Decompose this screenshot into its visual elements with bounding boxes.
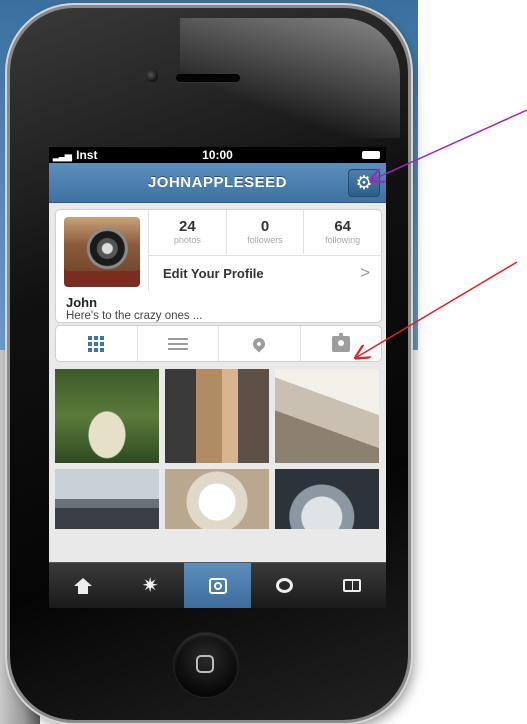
settings-button[interactable]: ⚙ (348, 169, 380, 197)
camera-icon (208, 577, 227, 594)
profile-name: John (66, 295, 98, 310)
profile-card-icon (343, 579, 362, 592)
edit-profile-button[interactable]: Edit Your Profile > (148, 255, 382, 291)
navigation-bar: JOHNAPPLESEED ⚙ (49, 163, 386, 203)
stat-label: following (325, 235, 361, 245)
news-bubble-icon (276, 578, 294, 593)
gear-icon: ⚙ (355, 172, 373, 194)
stat-value: 0 (260, 218, 270, 235)
tagged-photos-icon (331, 332, 350, 352)
home-button[interactable] (174, 633, 238, 697)
profile-card: 24 photos 0 followers 64 following Edit … (55, 209, 382, 323)
profile-stats: 24 photos 0 followers 64 following (148, 210, 381, 254)
page-title: JOHNAPPLESEED (147, 174, 288, 191)
home-square-icon (196, 655, 214, 673)
phone-frame: ▂▃▅ Inst 10:00 JOHNAPPLESEED ⚙ 24 photos… (10, 8, 408, 720)
earpiece-speaker (176, 74, 240, 82)
battery-icon (362, 151, 380, 159)
home-icon (73, 577, 92, 594)
avatar[interactable] (64, 217, 140, 287)
app-screen: ▂▃▅ Inst 10:00 JOHNAPPLESEED ⚙ 24 photos… (49, 147, 386, 608)
photo-thumbnail[interactable] (165, 369, 269, 463)
front-camera (146, 70, 158, 82)
stat-value: 64 (334, 218, 352, 235)
profile-bio: Here's to the crazy ones ... (66, 310, 203, 322)
photo-thumbnail[interactable] (275, 369, 379, 463)
stat-photos[interactable]: 24 photos (148, 210, 226, 254)
stat-value: 24 (178, 218, 196, 235)
stat-label: photos (173, 235, 201, 245)
tab-home[interactable] (49, 563, 116, 608)
chevron-right-icon: > (360, 263, 370, 282)
tab-camera[interactable] (183, 563, 252, 608)
tab-tagged-photos[interactable] (299, 326, 382, 361)
list-icon (167, 335, 188, 353)
photo-grid (55, 369, 380, 529)
stat-label: followers (247, 235, 283, 245)
photo-thumbnail[interactable] (165, 469, 269, 529)
tab-map-view[interactable] (218, 326, 300, 361)
stat-following[interactable]: 64 following (303, 210, 381, 254)
status-time: 10:00 (202, 148, 233, 162)
explore-star-icon: ✷ (141, 575, 159, 597)
tab-grid-view[interactable] (56, 326, 137, 361)
bottom-tab-bar: ✷ (49, 562, 386, 608)
view-mode-tabs (55, 325, 382, 362)
stat-followers[interactable]: 0 followers (225, 210, 304, 254)
tab-explore[interactable]: ✷ (116, 563, 183, 608)
edit-profile-label: Edit Your Profile (163, 266, 264, 281)
status-bar: ▂▃▅ Inst 10:00 (49, 147, 386, 163)
photo-thumbnail[interactable] (55, 469, 159, 529)
grid-icon (88, 335, 105, 352)
tab-list-view[interactable] (136, 326, 219, 361)
location-pin-icon (250, 335, 268, 352)
tab-news[interactable] (251, 563, 318, 608)
photo-thumbnail[interactable] (55, 369, 159, 463)
photo-thumbnail[interactable] (275, 469, 379, 529)
tab-profile[interactable] (319, 563, 386, 608)
